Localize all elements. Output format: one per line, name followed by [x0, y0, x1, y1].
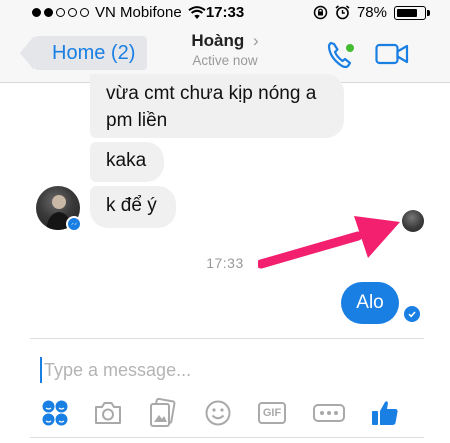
stickers-icon[interactable] — [38, 396, 72, 430]
gif-label: GIF — [258, 402, 286, 424]
message-input-bar[interactable] — [40, 357, 410, 383]
camera-icon[interactable] — [91, 396, 125, 430]
contact-info[interactable]: Hoàng › Active now — [170, 31, 280, 68]
status-bar: VN Mobifone 17:33 78% — [0, 0, 450, 26]
message-line: pm liền — [106, 110, 168, 131]
emoji-icon[interactable] — [201, 396, 235, 430]
delivered-check-icon — [404, 306, 420, 322]
battery-percent: 78% — [356, 4, 387, 21]
more-icon[interactable] — [309, 396, 349, 430]
battery-icon — [394, 5, 430, 20]
alarm-icon — [335, 5, 350, 20]
battery-tip — [427, 9, 430, 16]
contact-name-row[interactable]: Hoàng › — [170, 31, 280, 51]
thumbs-up-icon[interactable] — [368, 396, 402, 430]
active-status: Active now — [192, 53, 258, 68]
message-timestamp: 17:33 — [206, 255, 244, 271]
checkmark-icon — [408, 311, 416, 318]
gif-icon[interactable]: GIF — [254, 396, 290, 430]
incoming-message[interactable]: k để ý — [90, 186, 176, 228]
text-cursor — [40, 357, 42, 383]
rotation-lock-icon — [313, 5, 328, 20]
video-camera-icon[interactable] — [375, 42, 409, 66]
composer-toolbar: GIF — [30, 396, 424, 430]
back-button[interactable]: Home (2) — [19, 36, 148, 70]
incoming-message[interactable]: kaka — [90, 142, 164, 182]
chevron-right-icon: › — [252, 31, 259, 50]
status-right: 78% — [313, 4, 430, 21]
bottom-divider — [30, 437, 424, 438]
outgoing-message[interactable]: Alo — [341, 282, 399, 324]
photos-icon[interactable] — [145, 396, 179, 430]
message-line: vừa cmt chưa kịp nóng a — [106, 83, 317, 104]
messenger-badge-icon — [66, 216, 82, 232]
bolt-icon — [70, 222, 78, 226]
contact-name[interactable]: Hoàng — [191, 31, 244, 50]
back-button-label[interactable]: Home (2) — [19, 36, 148, 70]
phone-icon[interactable] — [326, 40, 358, 70]
message-input[interactable] — [44, 357, 404, 383]
battery-fill — [397, 8, 417, 17]
incoming-message[interactable]: vừa cmt chưa kịp nóng a pm liền — [90, 74, 344, 138]
message-composer: GIF — [30, 338, 424, 443]
